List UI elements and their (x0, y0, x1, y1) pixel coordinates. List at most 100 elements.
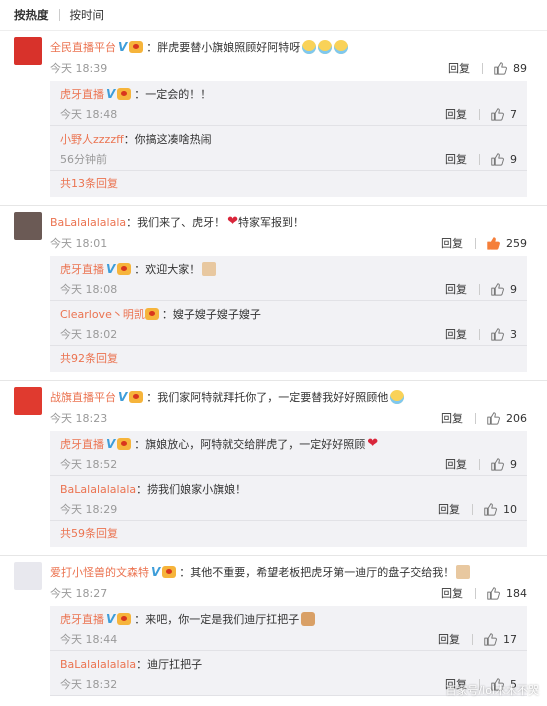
thumb-up-icon (490, 282, 504, 296)
reply-button[interactable]: 回复 (441, 585, 463, 601)
reply-actions: 回复 7 (445, 106, 517, 122)
like-button[interactable]: 9 (490, 457, 517, 471)
reply-item: Clearlove丶明凯 ：嫂子嫂子嫂子嫂子 今天 18:02 回复 3 (50, 301, 527, 346)
heart-emoji-icon: ❤ (367, 436, 379, 451)
reply-username[interactable]: BaLalalalalala (60, 658, 136, 671)
like-button[interactable]: 259 (486, 236, 527, 250)
badge-icon (129, 391, 144, 403)
img-emoji-icon (202, 262, 217, 276)
comment: 爱打小怪兽的文森特 V ：其他不重要，希望老板把虎牙第一迪厅的盘子交给我！ 今天… (0, 562, 547, 696)
comment-text-2: 特家军报到！ (238, 216, 305, 229)
avatar[interactable] (14, 387, 42, 415)
verified-icon: V (151, 565, 161, 579)
like-button[interactable]: 9 (490, 282, 517, 296)
comment-divider (0, 380, 547, 381)
reply-time: 今天 18:48 (60, 108, 118, 121)
like-button[interactable]: 7 (490, 107, 517, 121)
reply-username[interactable]: 虎牙直播 (60, 86, 104, 102)
verified-icon: V (106, 437, 116, 451)
more-replies-link[interactable]: 共92条回复 (50, 346, 527, 372)
watermark: 百家号/lol木木不哭 (445, 684, 539, 697)
action-divider (479, 108, 480, 120)
like-button[interactable]: 9 (490, 152, 517, 166)
reply-username[interactable]: 小野人zzzzff (60, 131, 124, 147)
comment-list: 全民直播平台 V ：胖虎要替小旗娘照顾好阿特呀 今天 18:39 回复 89 虎… (0, 37, 547, 696)
thumb-up-icon (483, 502, 497, 516)
dog-emoji-icon (301, 612, 316, 626)
comment-time: 今天 18:23 (50, 412, 108, 425)
cry-emoji-icon (302, 40, 317, 54)
reply-list: 虎牙直播 V ：欢迎大家！ 今天 18:08 回复 9 Clearlove丶明凯… (50, 256, 527, 372)
like-button[interactable]: 184 (486, 586, 527, 600)
comment-actions: 回复 206 (441, 410, 527, 426)
avatar[interactable] (14, 562, 42, 590)
thumb-up-icon (493, 61, 507, 75)
thumb-up-icon (486, 586, 500, 600)
sort-bar: 按热度 按时间 (0, 0, 547, 31)
avatar[interactable] (14, 37, 42, 65)
action-divider (472, 633, 473, 645)
like-count: 9 (510, 152, 517, 166)
more-replies-link[interactable]: 共13条回复 (50, 171, 527, 197)
reply-button[interactable]: 回复 (438, 501, 460, 517)
like-button[interactable]: 10 (483, 502, 517, 516)
thumb-up-icon (486, 236, 500, 250)
action-divider (472, 503, 473, 515)
reply-username[interactable]: 虎牙直播 (60, 611, 104, 627)
like-count: 184 (506, 586, 527, 600)
action-divider (475, 587, 476, 599)
reply-button[interactable]: 回复 (445, 106, 467, 122)
reply-actions: 回复 3 (445, 326, 517, 342)
reply-username[interactable]: 虎牙直播 (60, 261, 104, 277)
like-count: 89 (513, 61, 527, 75)
reply-content: 虎牙直播 V ：欢迎大家！ (60, 260, 517, 278)
reply-content: Clearlove丶明凯 ：嫂子嫂子嫂子嫂子 (60, 305, 517, 323)
img-emoji-icon (456, 565, 471, 579)
cry-emoji-icon (390, 390, 405, 404)
badge-icon (144, 308, 159, 320)
reply-content: BaLalalalalala ：捞我们娘家小旗娘！ (60, 480, 517, 498)
comment: 全民直播平台 V ：胖虎要替小旗娘照顾好阿特呀 今天 18:39 回复 89 虎… (0, 37, 547, 197)
reply-text: ：来吧，你一定是我们迪厅扛把子 (134, 613, 300, 626)
reply-meta: 今天 18:52 回复 9 (60, 453, 517, 475)
comment-username[interactable]: 爱打小怪兽的文森特 (50, 564, 149, 580)
comment-time: 今天 18:01 (50, 237, 108, 250)
comment-username[interactable]: 全民直播平台 (50, 39, 116, 55)
comment-username[interactable]: BaLalalalalala (50, 216, 126, 229)
more-replies-link[interactable]: 共59条回复 (50, 521, 527, 547)
reply-button[interactable]: 回复 (445, 326, 467, 342)
comment-content: 战旗直播平台 V ：我们家阿特就拜托你了，一定要替我好好照顾他 (50, 387, 527, 407)
reply-username[interactable]: Clearlove丶明凯 (60, 306, 145, 322)
comment-text: ：其他不重要，希望老板把虎牙第一迪厅的盘子交给我！ (179, 566, 455, 579)
comment-actions: 回复 259 (441, 235, 527, 251)
reply-username[interactable]: 虎牙直播 (60, 436, 104, 452)
avatar[interactable] (14, 212, 42, 240)
reply-button[interactable]: 回复 (441, 235, 463, 251)
like-button[interactable]: 206 (486, 411, 527, 425)
reply-button[interactable]: 回复 (438, 631, 460, 647)
reply-content: 小野人zzzzff ：你搞这凑啥热闹 (60, 130, 517, 148)
reply-list: 虎牙直播 V ：旗娘放心，阿特就交给胖虎了，一定好好照顾 ❤ 今天 18:52 … (50, 431, 527, 547)
reply-item: 虎牙直播 V ：旗娘放心，阿特就交给胖虎了，一定好好照顾 ❤ 今天 18:52 … (50, 431, 527, 476)
reply-button[interactable]: 回复 (448, 60, 470, 76)
sort-by-time[interactable]: 按时间 (70, 7, 105, 23)
like-button[interactable]: 89 (493, 61, 527, 75)
comment-username[interactable]: 战旗直播平台 (50, 389, 116, 405)
comment-divider (0, 555, 547, 556)
like-count: 206 (506, 411, 527, 425)
reply-button[interactable]: 回复 (445, 281, 467, 297)
reply-content: BaLalalalalala ：迪厅扛把子 (60, 655, 517, 673)
comment: 战旗直播平台 V ：我们家阿特就拜托你了，一定要替我好好照顾他 今天 18:23… (0, 387, 547, 547)
cry-emoji-icon (334, 40, 349, 54)
verified-icon: V (106, 87, 116, 101)
reply-button[interactable]: 回复 (441, 410, 463, 426)
reply-actions: 回复 10 (438, 501, 517, 517)
reply-button[interactable]: 回复 (445, 456, 467, 472)
reply-username[interactable]: BaLalalalalala (60, 483, 136, 496)
reply-button[interactable]: 回复 (445, 151, 467, 167)
sort-divider (58, 9, 60, 21)
like-count: 10 (503, 502, 517, 516)
like-button[interactable]: 3 (490, 327, 517, 341)
like-button[interactable]: 17 (483, 632, 517, 646)
sort-by-hot[interactable]: 按热度 (14, 7, 49, 23)
